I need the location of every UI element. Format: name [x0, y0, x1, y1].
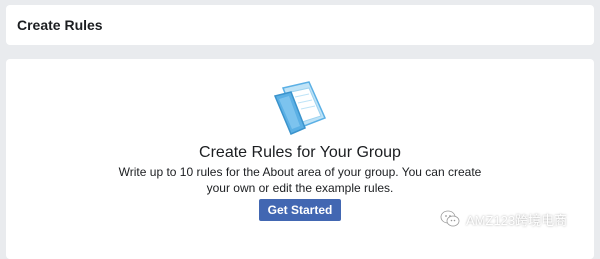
empty-state-title: Create Rules for Your Group: [199, 144, 401, 161]
watermark-text: AMZ123跨境电商: [466, 212, 568, 228]
open-book-icon: [273, 81, 327, 135]
rules-empty-state-card: Create Rules for Your Group Write up to …: [6, 59, 594, 259]
empty-state-description: Write up to 10 rules for the About area …: [118, 165, 482, 195]
page-title: Create Rules: [17, 17, 103, 33]
wechat-icon: [440, 210, 460, 227]
header-card: Create Rules: [6, 5, 594, 45]
get-started-button[interactable]: Get Started: [259, 199, 341, 221]
watermark: AMZ123跨境电商: [440, 209, 567, 229]
